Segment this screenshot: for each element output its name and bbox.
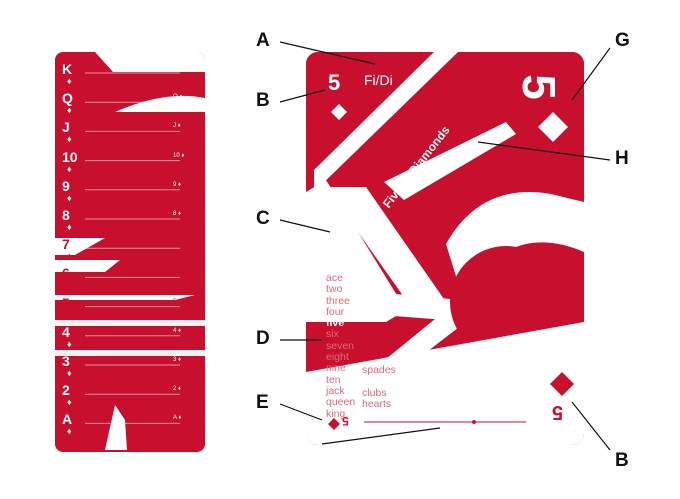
callout-a: A [256, 30, 270, 51]
callout-c: C [256, 208, 270, 229]
callout-e: E [256, 392, 269, 413]
callout-h: H [615, 148, 629, 169]
callout-leaders [279, 41, 611, 451]
callout-b-bottom: B [615, 450, 629, 471]
callout-g: G [615, 30, 630, 51]
callout-b-top: B [256, 90, 270, 111]
callout-d: D [256, 328, 270, 349]
